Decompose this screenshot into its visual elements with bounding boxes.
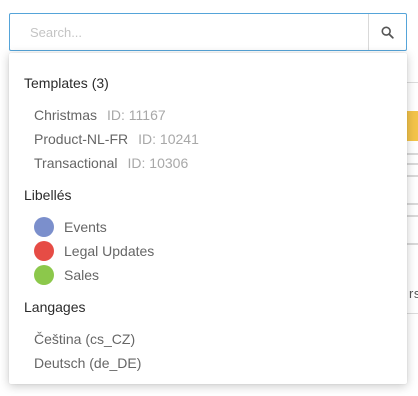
search-bar	[9, 13, 407, 51]
label-color-dot	[34, 217, 54, 237]
label-name: Legal Updates	[64, 243, 155, 259]
label-item-events[interactable]: Events	[34, 217, 107, 237]
search-icon	[381, 25, 394, 39]
template-item-transactional[interactable]: Transactional ID: 10306	[34, 155, 188, 171]
label-color-dot	[34, 265, 54, 285]
template-id: ID: 10306	[127, 155, 189, 171]
background-card-line	[407, 163, 418, 165]
template-name: Christmas	[34, 107, 98, 123]
template-item-christmas[interactable]: Christmas ID: 11167	[34, 107, 166, 123]
label-name: Sales	[64, 267, 100, 283]
background-card-line	[407, 175, 418, 177]
template-id: ID: 11167	[107, 107, 166, 123]
background-card-line	[407, 153, 418, 155]
template-name: Transactional	[34, 155, 118, 171]
labels-section-title: Libellés	[24, 187, 72, 203]
label-color-dot	[34, 241, 54, 261]
label-name: Events	[64, 219, 107, 235]
background-card-line	[407, 203, 418, 205]
language-name: Deutsch (de_DE)	[34, 355, 142, 371]
background-card-line	[407, 215, 418, 217]
background-card-line	[407, 243, 418, 245]
template-id: ID: 10241	[138, 131, 199, 147]
label-item-legal-updates[interactable]: Legal Updates	[34, 241, 154, 261]
templates-section-title: Templates (3)	[24, 75, 109, 91]
languages-section-title: Langages	[24, 299, 86, 315]
template-name: Product-NL-FR	[34, 131, 129, 147]
template-item-product-nl-fr[interactable]: Product-NL-FR ID: 10241	[34, 131, 199, 147]
language-name: Čeština (cs_CZ)	[34, 331, 136, 347]
background-peek-text: rs	[409, 286, 418, 301]
search-results-dropdown: Templates (3) Christmas ID: 11167 Produc…	[9, 53, 407, 384]
language-item-de-de[interactable]: Deutsch (de_DE)	[34, 355, 141, 371]
language-item-cs-cz[interactable]: Čeština (cs_CZ)	[34, 331, 135, 347]
label-item-sales[interactable]: Sales	[34, 265, 99, 285]
search-input[interactable]	[10, 14, 369, 50]
search-button[interactable]	[368, 14, 406, 50]
